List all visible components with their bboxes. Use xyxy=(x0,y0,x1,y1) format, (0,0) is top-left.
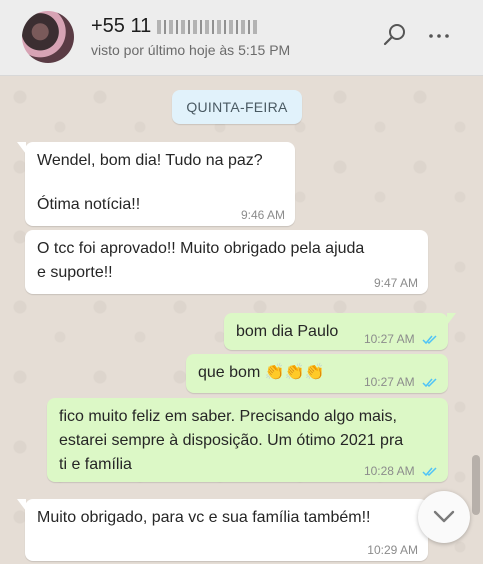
last-seen-status: visto por último hoje às 5:15 PM xyxy=(91,42,291,58)
message-bubble-incoming[interactable]: Wendel, bom dia! Tudo na paz? Ótima notí… xyxy=(17,142,295,226)
message-text: estarei sempre à disposição. Um ótimo 20… xyxy=(59,432,404,449)
message-time: 9:46 AM xyxy=(240,208,285,222)
message-text: O tcc foi aprovado!! Muito obrigado pela… xyxy=(37,240,365,257)
message-time-status: 10:27 AM xyxy=(364,332,438,346)
message-time: 10:27 AM xyxy=(363,332,415,346)
message-time: 9:47 AM xyxy=(373,276,418,290)
message-text: Muito obrigado, para vc e sua família ta… xyxy=(37,509,371,526)
search-icon xyxy=(383,24,405,46)
message-bubble-outgoing[interactable]: que bom 👏👏👏 10:27 AM xyxy=(186,354,448,393)
message-text: fico muito feliz em saber. Precisando al… xyxy=(59,408,397,425)
message-time: 10:28 AM xyxy=(363,464,415,478)
message-pane[interactable]: QUINTA-FEIRA Wendel, bom dia! Tudo na pa… xyxy=(0,77,483,564)
message-time: 10:29 AM xyxy=(367,543,418,557)
message-bubble-outgoing[interactable]: fico muito feliz em saber. Precisando al… xyxy=(47,398,448,482)
contact-name[interactable]: +55 11 xyxy=(91,15,258,38)
message-bubble-incoming[interactable]: O tcc foi aprovado!! Muito obrigado pela… xyxy=(25,230,428,294)
message-bubble-incoming[interactable]: Muito obrigado, para vc e sua família ta… xyxy=(17,499,428,561)
message-text: e suporte!! xyxy=(37,264,113,281)
message-time-status: 10:28 AM xyxy=(364,464,438,478)
chat-header: +55 11 visto por último hoje às 5:15 PM xyxy=(0,0,483,76)
chevron-down-icon xyxy=(433,510,455,523)
double-check-icon xyxy=(422,467,437,476)
double-check-icon xyxy=(422,335,437,344)
more-vertical-icon xyxy=(429,34,449,38)
scroll-to-bottom-button[interactable] xyxy=(418,491,470,543)
contact-phone: +55 11 xyxy=(91,15,152,37)
redacted-number xyxy=(157,19,258,34)
scrollbar-thumb[interactable] xyxy=(472,455,480,515)
date-divider: QUINTA-FEIRA xyxy=(172,90,302,124)
contact-avatar[interactable] xyxy=(22,11,74,63)
message-bubble-outgoing[interactable]: bom dia Paulo 10:27 AM xyxy=(224,313,456,350)
double-check-icon xyxy=(422,378,437,387)
menu-button[interactable] xyxy=(424,20,454,50)
message-time-status: 10:27 AM xyxy=(364,375,438,389)
search-button[interactable] xyxy=(380,20,410,50)
message-time: 10:27 AM xyxy=(363,375,415,389)
message-text: Wendel, bom dia! Tudo na paz? xyxy=(37,152,263,169)
